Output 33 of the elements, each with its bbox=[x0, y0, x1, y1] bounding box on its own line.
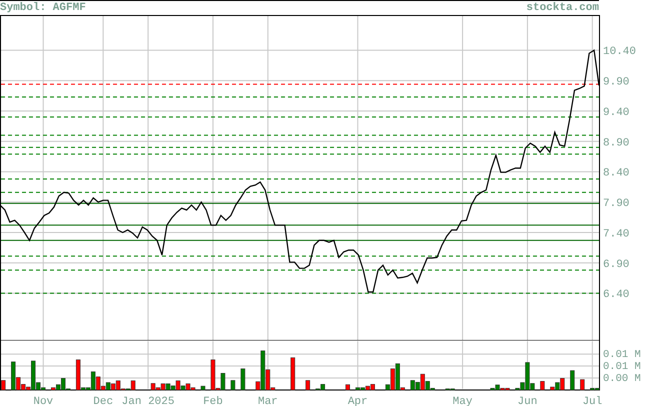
axis-label: May bbox=[452, 396, 472, 406]
volume-bar bbox=[230, 380, 236, 390]
axis-label: 9.40 bbox=[603, 106, 630, 119]
volume-bar bbox=[540, 381, 545, 390]
axis-label: Nov bbox=[33, 396, 54, 406]
volume-bar bbox=[240, 368, 246, 390]
axis-label: 7.40 bbox=[603, 228, 630, 240]
axis-label: 9.90 bbox=[603, 76, 630, 89]
symbol-label: Symbol: AGFMF bbox=[0, 2, 86, 14]
volume-bar bbox=[1, 380, 6, 390]
axis-label: 6.40 bbox=[603, 289, 630, 302]
axis-label: Jan 2025 bbox=[122, 396, 174, 406]
volume-bar bbox=[346, 384, 350, 390]
volume-bar bbox=[580, 379, 585, 390]
volume-bar bbox=[306, 380, 310, 390]
axis-label: Jun bbox=[518, 396, 538, 406]
axis-label: Jul bbox=[582, 396, 602, 406]
axis-label: Mar bbox=[258, 396, 278, 406]
axis-label: 8.90 bbox=[603, 137, 630, 150]
volume-bar bbox=[570, 370, 575, 390]
axis-label: 0.01 M bbox=[603, 349, 641, 362]
axis-label: 8.40 bbox=[603, 168, 630, 180]
axis-label: 0.00 M bbox=[603, 373, 641, 386]
axis-label: Apr bbox=[348, 396, 368, 406]
axis-label: 0.01 M bbox=[603, 361, 641, 374]
volume-bar bbox=[200, 386, 206, 390]
axis-label: Dec bbox=[93, 396, 114, 406]
axis-label: 7.90 bbox=[603, 198, 630, 210]
volume-bar bbox=[290, 357, 296, 390]
axis-label: 6.90 bbox=[603, 258, 630, 271]
site-name: stockta.com bbox=[526, 2, 599, 14]
axis-label: 10.40 bbox=[603, 46, 636, 58]
axis-label: Feb bbox=[203, 396, 223, 406]
